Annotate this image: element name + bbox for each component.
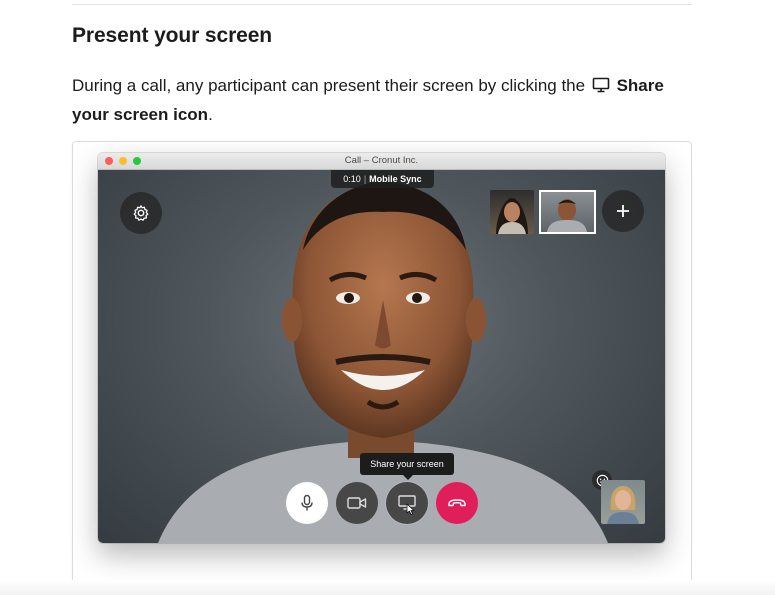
paragraph-text: During a call, any participant can prese… — [72, 76, 586, 95]
share-screen-button[interactable] — [386, 482, 428, 524]
mic-icon — [301, 494, 313, 511]
mute-button[interactable] — [286, 482, 328, 524]
settings-button[interactable] — [120, 192, 162, 234]
participant-thumbnail[interactable] — [490, 190, 534, 234]
main-video-feed: 0:10 | Mobile Sync Share your screen — [98, 170, 665, 543]
gear-icon — [133, 205, 149, 221]
participant-avatar — [496, 198, 528, 234]
self-view-thumbnail[interactable] — [601, 480, 645, 524]
call-status-pill: 0:10 | Mobile Sync — [331, 170, 434, 188]
plus-icon — [617, 205, 629, 217]
participant-avatar — [547, 199, 587, 232]
add-participant-button[interactable] — [602, 190, 644, 232]
page-bottom-edge — [0, 580, 775, 595]
instruction-paragraph: During a call, any participant can prese… — [72, 72, 704, 128]
cursor-icon — [406, 503, 415, 515]
video-toggle-button[interactable] — [336, 482, 378, 524]
top-divider — [72, 4, 692, 5]
phone-hangup-icon — [448, 499, 466, 507]
call-channel-name: Mobile Sync — [369, 174, 422, 184]
call-timer: 0:10 — [343, 174, 361, 184]
video-camera-icon — [347, 497, 367, 509]
paragraph-period: . — [208, 105, 213, 124]
call-window: Call – Cronut Inc. 0:10 | Mobile Sync Sh… — [98, 153, 665, 543]
share-screen-tooltip: Share your screen — [360, 453, 454, 480]
pill-separator: | — [363, 174, 367, 184]
window-titlebar: Call – Cronut Inc. — [98, 153, 665, 170]
self-view-avatar — [607, 486, 639, 524]
monitor-icon — [592, 74, 610, 101]
participant-thumbnail-active[interactable] — [539, 190, 596, 234]
window-title: Call – Cronut Inc. — [344, 155, 419, 166]
hang-up-button[interactable] — [436, 482, 478, 524]
section-heading: Present your screen — [72, 24, 273, 47]
